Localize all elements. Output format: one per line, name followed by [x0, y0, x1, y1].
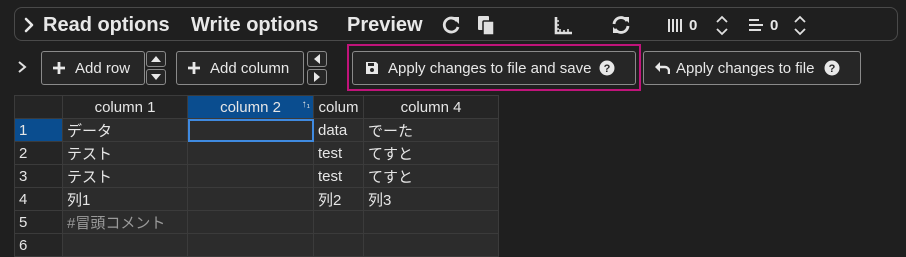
- refresh-button[interactable]: [440, 8, 462, 42]
- table-cell[interactable]: [187, 233, 314, 257]
- chevron-down-icon[interactable]: [794, 27, 806, 36]
- table-row: 4 列1 列2 列3: [14, 187, 499, 211]
- caret-right-icon: [314, 72, 320, 82]
- ruler-icon: [554, 17, 572, 35]
- options-toolbar: Read options Write options Preview 0 0: [14, 7, 898, 41]
- svg-text:?: ?: [604, 63, 611, 75]
- table-cell[interactable]: test: [313, 164, 364, 188]
- ruler-button[interactable]: [553, 8, 575, 42]
- move-right-button[interactable]: [307, 69, 327, 85]
- caret-up-icon: [151, 56, 161, 62]
- row-header[interactable]: 3: [14, 164, 63, 188]
- plus-icon: [188, 62, 200, 74]
- expand-options-chevron[interactable]: [21, 8, 37, 42]
- chevron-down-icon[interactable]: [716, 27, 728, 36]
- table-cell[interactable]: てすと: [363, 164, 499, 188]
- table-row: 1 データ data でーた: [14, 118, 499, 142]
- rows-icon: [749, 19, 763, 31]
- chevron-right-icon: [24, 17, 34, 33]
- table-cell[interactable]: [187, 164, 314, 188]
- row-header[interactable]: 4: [14, 187, 63, 211]
- table-cell[interactable]: てすと: [363, 141, 499, 165]
- table-cell[interactable]: 列2: [313, 187, 364, 211]
- plus-icon: [53, 62, 65, 74]
- sync-icon: [612, 16, 630, 34]
- read-options-tab[interactable]: Read options: [43, 8, 170, 42]
- row-count: 0: [770, 16, 779, 34]
- row-count-group: 0: [748, 8, 778, 42]
- comment-cell[interactable]: #冒頭コメント: [62, 210, 188, 234]
- add-row-label: Add row: [75, 59, 131, 77]
- table-cell[interactable]: [363, 233, 499, 257]
- help-icon[interactable]: ?: [599, 60, 615, 76]
- caret-left-icon: [314, 54, 320, 64]
- add-column-button[interactable]: Add column: [176, 51, 304, 85]
- move-left-button[interactable]: [307, 51, 327, 67]
- column-count: 0: [689, 16, 698, 34]
- table-cell[interactable]: test: [313, 141, 364, 165]
- move-down-button[interactable]: [146, 69, 166, 85]
- column-header[interactable]: column 4: [363, 95, 499, 119]
- column-count-group: 0: [667, 8, 697, 42]
- table-cell[interactable]: [187, 210, 314, 234]
- column-header-label: column 2: [220, 98, 281, 116]
- chevron-up-icon[interactable]: [794, 15, 806, 23]
- data-grid: column 1 column 2 ↑₁ colum column 4 1 デー…: [14, 95, 499, 257]
- table-row: 5 #冒頭コメント: [14, 210, 499, 234]
- row-header[interactable]: 2: [14, 141, 63, 165]
- active-cell[interactable]: [187, 118, 314, 142]
- save-icon: [366, 62, 378, 74]
- move-up-button[interactable]: [146, 51, 166, 67]
- column-move-stepper: [307, 51, 327, 85]
- add-row-button[interactable]: Add row: [41, 51, 145, 85]
- apply-and-save-button[interactable]: Apply changes to file and save ?: [352, 51, 636, 85]
- row-header[interactable]: 6: [14, 233, 63, 257]
- table-cell[interactable]: [62, 233, 188, 257]
- table-cell[interactable]: テスト: [62, 164, 188, 188]
- corner-cell[interactable]: [14, 95, 63, 119]
- expand-panel-chevron[interactable]: [16, 60, 28, 79]
- table-cell[interactable]: 列3: [363, 187, 499, 211]
- table-cell[interactable]: データ: [62, 118, 188, 142]
- column-count-stepper[interactable]: [716, 8, 728, 42]
- table-row: 2 テスト test てすと: [14, 141, 499, 165]
- apply-and-save-label: Apply changes to file and save: [388, 59, 592, 77]
- table-cell[interactable]: data: [313, 118, 364, 142]
- caret-down-icon: [151, 74, 161, 80]
- copy-button[interactable]: [475, 8, 497, 42]
- apply-label: Apply changes to file: [676, 59, 815, 77]
- sync-button[interactable]: [610, 8, 632, 42]
- table-cell[interactable]: [187, 187, 314, 211]
- add-column-label: Add column: [210, 59, 290, 77]
- column-header-selected[interactable]: column 2 ↑₁: [187, 95, 314, 119]
- table-row: 6: [14, 233, 499, 257]
- undo-arrow-icon: [655, 62, 670, 74]
- table-cell[interactable]: テスト: [62, 141, 188, 165]
- table-cell[interactable]: [313, 210, 364, 234]
- refresh-icon: [442, 16, 460, 34]
- svg-text:?: ?: [829, 63, 836, 75]
- table-cell[interactable]: でーた: [363, 118, 499, 142]
- columns-icon: [668, 19, 682, 32]
- apply-button[interactable]: Apply changes to file ?: [643, 51, 861, 85]
- table-cell[interactable]: [187, 141, 314, 165]
- help-icon[interactable]: ?: [824, 60, 840, 76]
- row-header[interactable]: 5: [14, 210, 63, 234]
- column-header[interactable]: column 1: [62, 95, 188, 119]
- preview-tab[interactable]: Preview: [347, 8, 423, 42]
- table-row: 3 テスト test てすと: [14, 164, 499, 188]
- table-cell[interactable]: [313, 233, 364, 257]
- chevron-right-icon: [18, 61, 27, 73]
- table-cell[interactable]: [363, 210, 499, 234]
- row-count-stepper[interactable]: [794, 8, 806, 42]
- row-header[interactable]: 1: [14, 118, 63, 142]
- sort-ascending-icon[interactable]: ↑₁: [302, 99, 310, 110]
- chevron-up-icon[interactable]: [716, 15, 728, 23]
- column-header[interactable]: colum: [313, 95, 364, 119]
- table-cell[interactable]: 列1: [62, 187, 188, 211]
- write-options-tab[interactable]: Write options: [191, 8, 318, 42]
- row-move-stepper: [146, 51, 166, 85]
- header-row: column 1 column 2 ↑₁ colum column 4: [14, 95, 499, 119]
- copy-icon: [478, 16, 495, 36]
